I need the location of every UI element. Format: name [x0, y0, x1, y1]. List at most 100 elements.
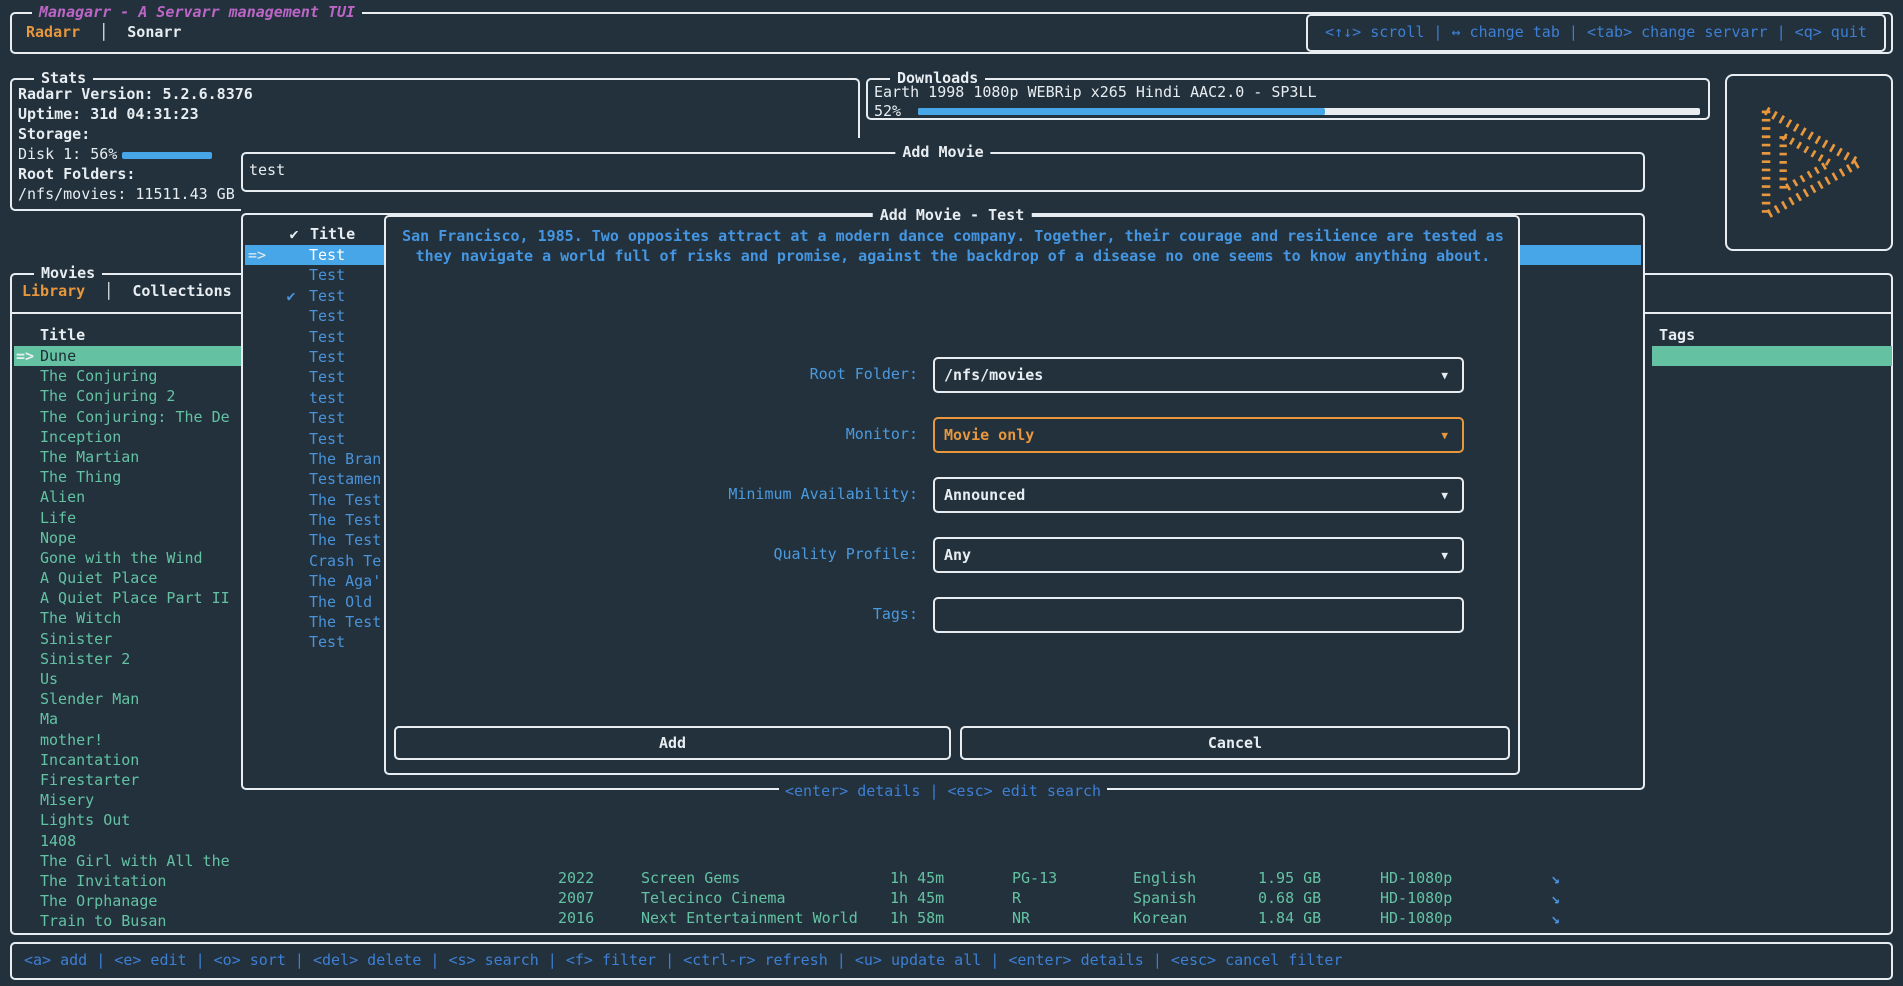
table-row[interactable]: 2022 Screen Gems 1h 45m PG-13 English 1.… — [12, 868, 1891, 888]
library-list-item[interactable]: Ma — [14, 709, 244, 729]
library-list-item[interactable]: The Conjuring 2 — [14, 386, 244, 406]
field-label: Monitor: — [386, 425, 918, 443]
stats-version: Radarr Version: 5.2.6.8376 — [18, 85, 253, 103]
cell-size: 0.68 GB — [1258, 888, 1321, 908]
header-panel: Managarr - A Servarr management TUI Rada… — [10, 12, 1893, 54]
field-control[interactable]: /nfs/movies ▼ — [933, 357, 1464, 393]
library-list-item[interactable]: Lights Out — [14, 810, 244, 830]
movie-title: Us — [40, 670, 58, 688]
table-row[interactable]: 2007 Telecinco Cinema 1h 45m R Spanish 0… — [12, 888, 1891, 908]
field-control[interactable]: Announced ▼ — [933, 477, 1464, 513]
dropdown-arrow-icon: ▼ — [1441, 489, 1448, 502]
cell-size: 1.95 GB — [1258, 868, 1321, 888]
tab-radarr[interactable]: Radarr — [26, 23, 80, 41]
movie-title: Life — [40, 509, 76, 527]
cell-language: Korean — [1133, 908, 1187, 928]
result-title: Test — [309, 409, 345, 427]
library-list-item[interactable]: mother! — [14, 730, 244, 750]
cell-rating: NR — [1012, 908, 1030, 928]
library-list-item[interactable]: A Quiet Place Part II — [14, 588, 244, 608]
add-button[interactable]: Add — [394, 726, 951, 760]
result-title: The Old — [309, 593, 372, 611]
movie-title: Firestarter — [40, 771, 139, 789]
result-title: The Aga' — [309, 572, 381, 590]
field-value: Any — [944, 546, 971, 564]
library-list-item[interactable]: Incantation — [14, 750, 244, 770]
cell-language: English — [1133, 868, 1196, 888]
app-title: Managarr - A Servarr management TUI — [32, 3, 362, 21]
download-progress-track — [918, 108, 1700, 115]
result-title: The Test — [309, 613, 381, 631]
result-title: Test — [309, 287, 345, 305]
add-movie-popup: Add Movie - Test San Francisco, 1985. Tw… — [384, 215, 1520, 775]
tab-collections[interactable]: Collections — [132, 282, 231, 300]
stats-rootfolder-line: /nfs/movies: 11511.43 GB — [18, 185, 235, 203]
library-column-title: Title — [40, 326, 85, 344]
cell-size: 1.84 GB — [1258, 908, 1321, 928]
library-list-item[interactable]: Slender Man — [14, 689, 244, 709]
library-list-item[interactable]: The Witch — [14, 608, 244, 628]
cell-quality: HD-1080p — [1380, 888, 1452, 908]
library-list-item[interactable]: The Conjuring — [14, 366, 244, 386]
movie-title: The Witch — [40, 609, 121, 627]
cell-rating: R — [1012, 888, 1021, 908]
library-list-item[interactable]: Us — [14, 669, 244, 689]
library-list-item[interactable]: The Thing — [14, 467, 244, 487]
stats-rootfolders-label: Root Folders: — [18, 165, 135, 183]
cell-year: 2022 — [558, 868, 594, 888]
movies-tab-divider: │ — [94, 282, 123, 300]
popup-title: Add Movie - Test — [873, 206, 1032, 224]
results-header-title: Title — [310, 225, 355, 243]
tab-library[interactable]: Library — [22, 282, 85, 300]
keybind-bar-text: <a> add | <e> edit | <o> sort | <del> de… — [24, 951, 1343, 969]
check-icon: ✔ — [273, 286, 309, 306]
library-list-item[interactable]: Life — [14, 508, 244, 528]
tab-sonarr[interactable]: Sonarr — [127, 23, 181, 41]
library-list-item[interactable]: 1408 — [14, 831, 244, 851]
managarr-logo-icon — [1749, 104, 1871, 222]
add-movie-box-title: Add Movie — [895, 143, 990, 161]
library-list-item[interactable]: Nope — [14, 528, 244, 548]
cancel-button[interactable]: Cancel — [960, 726, 1510, 760]
result-title: Testamen — [309, 470, 381, 488]
dropdown-arrow-icon: ▼ — [1441, 429, 1448, 442]
cell-quality: HD-1080p — [1380, 868, 1452, 888]
library-list-item[interactable]: The Martian — [14, 447, 244, 467]
library-list-item[interactable]: Alien — [14, 487, 244, 507]
downloads-panel: Downloads Earth 1998 1080p WEBRip x265 H… — [866, 78, 1710, 120]
cell-studio: Telecinco Cinema — [641, 888, 786, 908]
result-title: Test — [309, 307, 345, 325]
search-results-box: ✔ Title =>TestTest✔TestTestTestTestTestt… — [241, 213, 1645, 790]
field-control[interactable]: Movie only ▼ — [933, 417, 1464, 453]
field-label: Quality Profile: — [386, 545, 918, 563]
download-progress-fill — [918, 108, 1325, 115]
library-list-item[interactable]: Gone with the Wind — [14, 548, 244, 568]
movie-title: The Girl with All the — [40, 852, 230, 870]
form-row: Minimum Availability: Announced ▼ — [386, 477, 1518, 513]
movie-title: Inception — [40, 428, 121, 446]
result-title: Test — [309, 368, 345, 386]
movie-title: A Quiet Place — [40, 569, 157, 587]
result-title: Test — [309, 633, 345, 651]
movies-tabs: Library │ Collections │ — [22, 282, 270, 300]
form-row: Tags: — [386, 597, 1518, 633]
table-row[interactable]: 2016 Next Entertainment World 1h 58m NR … — [12, 908, 1891, 928]
movie-title: Alien — [40, 488, 85, 506]
field-value: Movie only — [944, 426, 1034, 444]
monitored-icon: ↘ — [1551, 908, 1560, 928]
global-help-box: <↑↓> scroll | ↔ change tab | <tab> chang… — [1306, 14, 1886, 52]
library-list-item[interactable]: Sinister 2 — [14, 649, 244, 669]
movie-title: Dune — [40, 347, 76, 365]
library-list-item[interactable]: A Quiet Place — [14, 568, 244, 588]
library-list-item[interactable]: Misery — [14, 790, 244, 810]
field-control[interactable] — [933, 597, 1464, 633]
library-list-item[interactable]: The Conjuring: The De — [14, 407, 244, 427]
movie-title: Nope — [40, 529, 76, 547]
field-control[interactable]: Any ▼ — [933, 537, 1464, 573]
library-list-item[interactable]: Inception — [14, 427, 244, 447]
library-list-item[interactable]: =>Dune — [14, 346, 244, 366]
cell-language: Spanish — [1133, 888, 1196, 908]
library-list-item[interactable]: Sinister — [14, 629, 244, 649]
search-input[interactable]: test — [249, 161, 285, 179]
library-list-item[interactable]: Firestarter — [14, 770, 244, 790]
